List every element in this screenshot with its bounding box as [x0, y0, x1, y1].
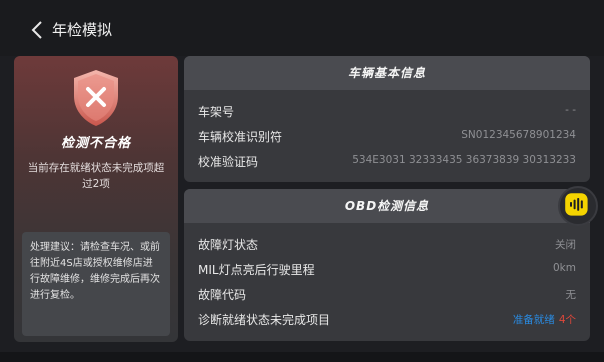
row-value[interactable]: 准备就绪 4个 [513, 312, 576, 327]
row-label: 车辆校准识别符 [198, 130, 283, 144]
row-label: 故障灯状态 [198, 238, 259, 252]
shield-x-icon [74, 70, 118, 126]
obd-row-readiness[interactable]: 诊断就绪状态未完成项目 准备就绪 4个 [184, 307, 590, 332]
row-label: 故障代码 [198, 288, 247, 302]
row-label: MIL灯点亮后行驶里程 [198, 263, 315, 277]
readiness-status[interactable]: 准备就绪 [513, 314, 555, 326]
result-status: 检测不合格 [60, 136, 131, 151]
row-value: - - [565, 104, 576, 116]
voice-wave-icon [565, 193, 588, 216]
info-row-cvn: 校准验证码 534E3031 32333435 36373839 3031323… [184, 149, 590, 174]
row-value: 关闭 [555, 239, 576, 251]
vehicle-info-title: 车辆基本信息 [184, 56, 590, 90]
obd-info-card: OBD检测信息 故障灯状态 关闭 MIL灯点亮后行驶里程 0km 故障代码 无 … [184, 189, 590, 341]
incomplete-count: 4个 [558, 314, 576, 326]
info-row-vin: 车架号 - - [184, 99, 590, 124]
row-label: 诊断就绪状态未完成项目 [198, 313, 331, 327]
info-row-calibration-id: 车辆校准识别符 SN012345678901234 [184, 124, 590, 149]
top-bar: 年检模拟 [0, 0, 604, 56]
obd-info-title: OBD检测信息 [184, 189, 590, 223]
vehicle-info-card: 车辆基本信息 车架号 - - 车辆校准识别符 SN012345678901234… [184, 56, 590, 182]
row-label: 车架号 [198, 105, 235, 119]
row-label: 校准验证码 [198, 155, 259, 169]
row-value: 534E3031 32333435 36373839 30313233 [352, 154, 576, 166]
page-title: 年检模拟 [52, 21, 113, 39]
advice-box: 处理建议：请检查车况、或前往附近4S店或授权维修店进行故障维修，维修完成后再次进… [22, 232, 170, 336]
obd-row-fault-code: 故障代码 无 [184, 282, 590, 307]
obd-row-mil-mileage: MIL灯点亮后行驶里程 0km [184, 257, 590, 282]
row-value: 无 [565, 289, 577, 301]
result-description: 当前存在就绪状态未完成项超过2项 [27, 162, 165, 190]
bottom-bar [0, 352, 604, 362]
row-value: SN012345678901234 [461, 129, 576, 141]
row-value: 0km [553, 262, 576, 274]
chevron-left-icon[interactable] [30, 20, 44, 40]
result-panel: 检测不合格 当前存在就绪状态未完成项超过2项 处理建议：请检查车况、或前往附近4… [14, 56, 178, 342]
voice-assistant-button[interactable] [558, 186, 598, 226]
obd-row-mil-status: 故障灯状态 关闭 [184, 232, 590, 257]
